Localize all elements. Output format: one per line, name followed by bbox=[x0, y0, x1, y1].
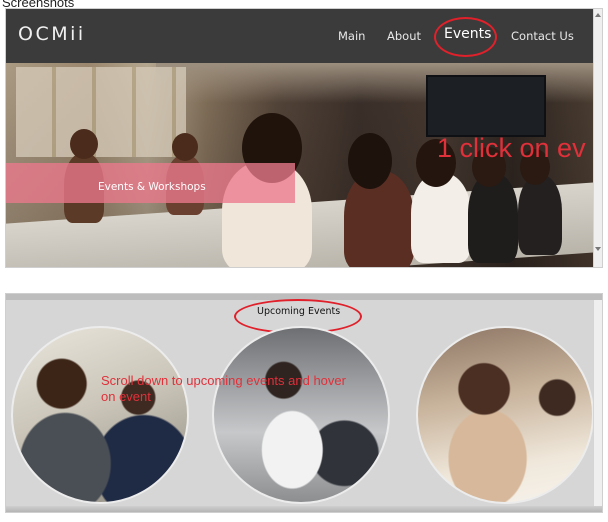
scroll-down-icon[interactable] bbox=[595, 247, 601, 251]
step2-annotation: Scroll down to upcoming events and hover… bbox=[101, 373, 346, 404]
nav-contact-link[interactable]: Contact Us bbox=[511, 29, 574, 43]
event-photo-1[interactable] bbox=[11, 326, 189, 504]
event-photo-2[interactable] bbox=[212, 326, 390, 504]
page-scrollbar-2[interactable] bbox=[593, 300, 602, 512]
site-navbar: OCMii Main About Events Contact Us bbox=[6, 9, 595, 63]
hero-wall-art bbox=[16, 67, 186, 157]
hero-person-head bbox=[172, 133, 198, 161]
hero-tv-screen bbox=[426, 75, 546, 137]
hero-banner-text: Events & Workshops bbox=[98, 181, 206, 193]
nav-main-link[interactable]: Main bbox=[338, 29, 365, 43]
screenshot-upcoming-events: Upcoming Events Scroll down to upcoming … bbox=[5, 293, 603, 513]
scroll-up-icon[interactable] bbox=[595, 13, 601, 17]
section-bottom-edge bbox=[6, 506, 602, 512]
hero-person-head bbox=[348, 133, 392, 189]
hero-image: Events & Workshops 1 click on ev bbox=[6, 63, 595, 267]
hero-person bbox=[468, 173, 518, 263]
nav-about-link[interactable]: About bbox=[387, 29, 421, 43]
site-logo[interactable]: OCMii bbox=[18, 23, 86, 45]
event-photo-3[interactable] bbox=[416, 326, 594, 504]
events-highlight-circle bbox=[434, 17, 497, 57]
hero-person bbox=[518, 175, 562, 255]
hero-person bbox=[411, 173, 471, 263]
step1-annotation: 1 click on ev bbox=[437, 133, 586, 163]
screenshot-events-nav: OCMii Main About Events Contact Us Event… bbox=[5, 8, 603, 268]
page-scrollbar[interactable] bbox=[593, 9, 602, 267]
hero-person-head bbox=[70, 129, 98, 159]
